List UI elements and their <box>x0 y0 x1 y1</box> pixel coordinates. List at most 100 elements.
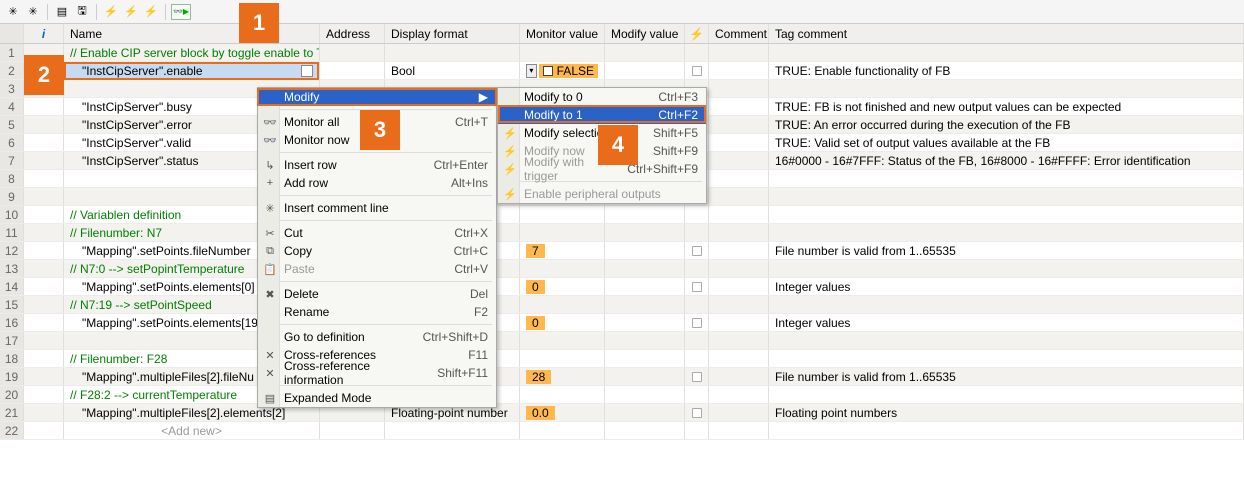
flash-checkbox[interactable] <box>692 246 702 256</box>
monitor-value: 28 <box>526 370 551 384</box>
marker-2: 2 <box>24 55 64 95</box>
toolbar-btn-5[interactable]: ⚡ <box>102 3 120 21</box>
cell-name: // N7:19 --> setPointSpeed <box>70 298 212 312</box>
menu-copy[interactable]: ⧉CopyCtrl+C <box>258 242 496 260</box>
submenu-modify-to-0[interactable]: Modify to 0Ctrl+F3 <box>498 88 706 106</box>
edit-icon[interactable] <box>301 65 313 77</box>
monitor-value: FALSE <box>539 64 598 78</box>
menu-rename[interactable]: RenameF2 <box>258 303 496 321</box>
cell-name: // Filenumber: F28 <box>70 352 167 366</box>
cell-name: "InstCipServer".enable <box>70 64 203 78</box>
expanded-icon: ▤ <box>261 392 279 405</box>
insert-row-icon: ↳ <box>261 159 279 172</box>
cell-name: "Mapping".setPoints.fileNumber <box>70 244 251 258</box>
xref-info-icon: ✕ <box>261 367 279 380</box>
cell-name: "Mapping".setPoints.elements[0] <box>70 280 255 294</box>
table-row[interactable]: 14"Mapping".setPoints.elements[0]0Intege… <box>0 278 1244 296</box>
header-name[interactable]: Name <box>64 24 320 43</box>
table-row[interactable]: 12"Mapping".setPoints.fileNumber7File nu… <box>0 242 1244 260</box>
cell-name: "InstCipServer".valid <box>70 136 191 150</box>
cell-name: "Mapping".multipleFiles[2].elements[2] <box>70 406 285 420</box>
tag-comment: 16#0000 - 16#7FFF: Status of the FB, 16#… <box>769 152 1244 169</box>
tag-comment: TRUE: Enable functionality of FB <box>769 62 1244 79</box>
monitor-value: 0 <box>526 316 545 330</box>
tag-comment: Integer values <box>769 278 1244 295</box>
header-modify-value[interactable]: Modify value <box>605 24 685 43</box>
toolbar-btn-6[interactable]: ⚡ <box>122 3 140 21</box>
monitor-value: 0.0 <box>526 406 555 420</box>
flash-checkbox[interactable] <box>692 318 702 328</box>
cell-name: "Mapping".setPoints.elements[19 <box>70 316 258 330</box>
table-header: i Name Address Display format Monitor va… <box>0 24 1244 44</box>
flash-checkbox[interactable] <box>692 408 702 418</box>
cell-name: "InstCipServer".busy <box>70 100 192 114</box>
menu-insert-row[interactable]: ↳Insert rowCtrl+Enter <box>258 156 496 174</box>
table-row[interactable]: 1// Enable CIP server block by toggle en… <box>0 44 1244 62</box>
header-monitor-value[interactable]: Monitor value <box>520 24 605 43</box>
tag-comment: TRUE: An error occurred during the execu… <box>769 116 1244 133</box>
table-row[interactable]: 20// F28:2 --> currentTemperature <box>0 386 1244 404</box>
flash-checkbox[interactable] <box>692 372 702 382</box>
header-display-format[interactable]: Display format <box>385 24 520 43</box>
tag-comment: Floating point numbers <box>769 404 1244 421</box>
menu-cut[interactable]: ✂CutCtrl+X <box>258 224 496 242</box>
monitor-value: 7 <box>526 244 545 258</box>
table-row[interactable]: 16"Mapping".setPoints.elements[190Intege… <box>0 314 1244 332</box>
submenu-modify-to-1[interactable]: Modify to 1Ctrl+F2 <box>498 106 706 124</box>
header-i[interactable]: i <box>24 24 64 43</box>
add-row-icon: + <box>261 177 279 189</box>
menu-add-row[interactable]: +Add rowAlt+Ins <box>258 174 496 192</box>
cell-name: "InstCipServer".status <box>70 154 199 168</box>
cell-name: // N7:0 --> setPopintTemperature <box>70 262 244 276</box>
cell-name: // F28:2 --> currentTemperature <box>70 388 237 402</box>
table-row[interactable]: 17 <box>0 332 1244 350</box>
toolbar-btn-4[interactable]: 🖫 <box>73 3 91 21</box>
monitor-value: 0 <box>526 280 545 294</box>
periph-icon: ⚡ <box>501 188 519 201</box>
header-flash-icon[interactable]: ⚡ <box>685 24 709 43</box>
tag-comment: Integer values <box>769 314 1244 331</box>
cut-icon: ✂ <box>261 227 279 240</box>
table-row[interactable]: 2"InstCipServer".enableBool▾FALSETRUE: E… <box>0 62 1244 80</box>
menu-insert-comment-line[interactable]: ✳Insert comment line <box>258 199 496 217</box>
menu-cross-reference-info[interactable]: ✕Cross-reference informationShift+F11 <box>258 364 496 382</box>
table-row[interactable]: 13// N7:0 --> setPopintTemperature <box>0 260 1244 278</box>
tag-comment: File number is valid from 1..65535 <box>769 368 1244 385</box>
table-row[interactable]: 15// N7:19 --> setPointSpeed <box>0 296 1244 314</box>
monitor-now-icon: 👓 <box>261 134 279 147</box>
marker-3: 3 <box>360 110 400 150</box>
table-row[interactable]: 11// Filenumber: N7 <box>0 224 1244 242</box>
toolbar: ✳ ✳ ▤ 🖫 ⚡ ⚡ ⚡ 👓▶ <box>0 0 1244 24</box>
monitor-glasses-icon[interactable]: 👓▶ <box>171 4 191 20</box>
table-row[interactable]: 22<Add new> <box>0 422 1244 440</box>
menu-modify[interactable]: Modify▶ <box>258 88 496 106</box>
cell-name: "InstCipServer".error <box>70 118 192 132</box>
cell-name: // Enable CIP server block by toggle ena… <box>70 46 320 60</box>
menu-paste[interactable]: 📋PasteCtrl+V <box>258 260 496 278</box>
tag-comment: TRUE: Valid set of output values availab… <box>769 134 1244 151</box>
copy-icon: ⧉ <box>261 245 279 258</box>
toolbar-btn-7[interactable]: ⚡ <box>142 3 160 21</box>
xref-icon: ✕ <box>261 349 279 362</box>
header-address[interactable]: Address <box>320 24 385 43</box>
table-row[interactable]: 21"Mapping".multipleFiles[2].elements[2]… <box>0 404 1244 422</box>
add-new-placeholder[interactable]: <Add new> <box>70 424 313 438</box>
table-row[interactable]: 19"Mapping".multipleFiles[2].fileNu28Fil… <box>0 368 1244 386</box>
cell-name: "Mapping".multipleFiles[2].fileNu <box>70 370 254 384</box>
submenu-enable-peripheral[interactable]: ⚡Enable peripheral outputs <box>498 185 706 203</box>
menu-goto-definition[interactable]: Go to definitionCtrl+Shift+D <box>258 328 496 346</box>
menu-expanded-mode[interactable]: ▤Expanded Mode <box>258 389 496 407</box>
toolbar-btn-3[interactable]: ▤ <box>53 3 71 21</box>
toolbar-btn-1[interactable]: ✳ <box>4 3 22 21</box>
header-tag-comment[interactable]: Tag comment <box>769 24 1244 43</box>
flash-trigger-icon: ⚡ <box>501 163 519 176</box>
flash-checkbox[interactable] <box>692 282 702 292</box>
table-row[interactable]: 10// Variablen definition <box>0 206 1244 224</box>
header-comment[interactable]: Comment <box>709 24 769 43</box>
toolbar-btn-2[interactable]: ✳ <box>24 3 42 21</box>
menu-delete[interactable]: ✖DeleteDel <box>258 285 496 303</box>
table-row[interactable]: 18// Filenumber: F28 <box>0 350 1244 368</box>
flash-checkbox[interactable] <box>692 66 702 76</box>
dropdown-icon[interactable]: ▾ <box>526 64 537 78</box>
comment-icon: ✳ <box>261 202 279 215</box>
